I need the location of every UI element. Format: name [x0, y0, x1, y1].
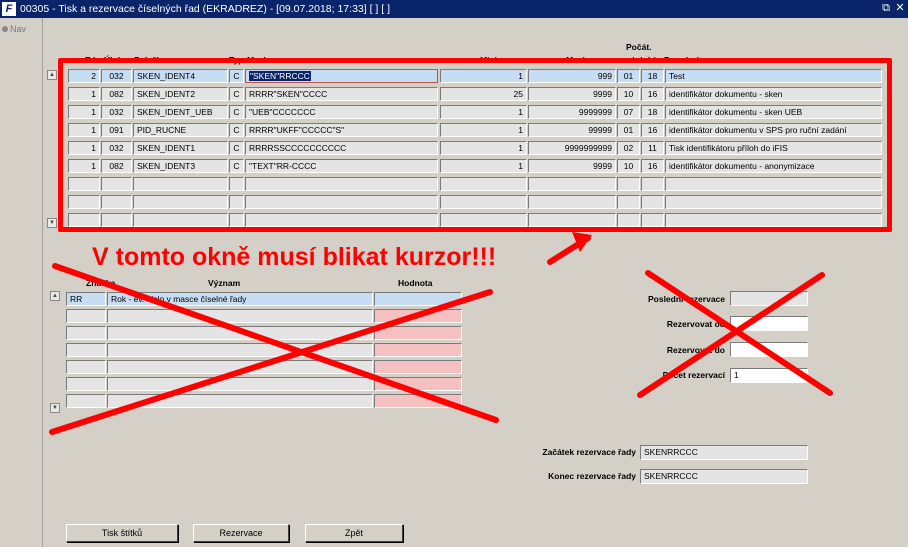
app-icon: F [2, 2, 16, 16]
cell-hodnota[interactable] [374, 292, 462, 306]
scroll-down-icon[interactable]: ▼ [47, 218, 57, 228]
header-znacka: Značka [86, 278, 116, 288]
cell-vyznam[interactable]: Rok - ev. číslo v masce číselné řady [107, 292, 373, 306]
cell-znacka[interactable] [66, 394, 106, 408]
cell-hodnota[interactable] [374, 309, 462, 323]
cell-vyznam[interactable] [107, 360, 373, 374]
konec-label: Konec rezervace řady [548, 471, 636, 481]
posledni-label: Poslední rezervace [647, 294, 725, 304]
scroll-up-icon[interactable]: ▲ [50, 291, 60, 301]
scroll-down-icon[interactable]: ▼ [50, 403, 60, 413]
close-icon[interactable]: ✕ [894, 1, 906, 15]
annotation-arrow-shaft [547, 235, 591, 265]
header-pocat: Počát. [626, 42, 652, 52]
cell-hodnota[interactable] [374, 343, 462, 357]
od-label: Rezervovat od [666, 319, 725, 329]
cell-hodnota[interactable] [374, 377, 462, 391]
cell-hodnota[interactable] [374, 394, 462, 408]
header-vyznam: Význam [208, 278, 241, 288]
annotation-arrow-head [572, 232, 592, 252]
nav-label: Nav [10, 24, 27, 34]
scroll-up-icon[interactable]: ▲ [47, 70, 57, 80]
cell-znacka[interactable] [66, 309, 106, 323]
cell-znacka[interactable] [66, 377, 106, 391]
konec-rezervace-field: SKENRRCCC [640, 469, 808, 484]
cell-hodnota[interactable] [374, 360, 462, 374]
nav-icon [2, 26, 8, 32]
header-hodnota: Hodnota [398, 278, 433, 288]
rezervovat-od-field[interactable] [730, 316, 808, 331]
nav-button[interactable]: Nav [2, 24, 26, 34]
zacatek-label: Začátek rezervace řady [542, 447, 636, 457]
tisk-stitku-button[interactable]: Tisk štítků [66, 524, 178, 542]
restore-icon[interactable]: ⧉ [880, 1, 892, 15]
window-title: 00305 - Tisk a rezervace číselných řad (… [20, 3, 391, 15]
pocet-rezervaci-field[interactable]: 1 [730, 368, 808, 383]
zacatek-rezervace-field: SKENRRCCC [640, 445, 808, 460]
annotation-text: V tomto okně musí blikat kurzor!!! [92, 243, 497, 271]
mid-table-scrollbar[interactable]: ▲ ▼ [50, 291, 60, 413]
cell-hodnota[interactable] [374, 326, 462, 340]
rezervovat-do-field[interactable] [730, 342, 808, 357]
cell-znacka[interactable] [66, 326, 106, 340]
cell-znacka[interactable]: RR [66, 292, 106, 306]
cell-vyznam[interactable] [107, 343, 373, 357]
cell-vyznam[interactable] [107, 326, 373, 340]
rezervace-button[interactable]: Rezervace [193, 524, 289, 542]
cell-vyznam[interactable] [107, 394, 373, 408]
cell-vyznam[interactable] [107, 377, 373, 391]
cell-znacka[interactable] [66, 343, 106, 357]
cell-vyznam[interactable] [107, 309, 373, 323]
annotation-highlight-rect [58, 58, 892, 232]
title-bar: F 00305 - Tisk a rezervace číselných řad… [0, 0, 908, 18]
pocet-label: Počet rezervací [662, 370, 725, 380]
posledni-rezervace-field [730, 291, 808, 306]
left-panel: Nav [0, 18, 43, 547]
cell-znacka[interactable] [66, 360, 106, 374]
do-label: Rezervovat do [666, 345, 725, 355]
zpet-button[interactable]: Zpět [305, 524, 403, 542]
top-table-scrollbar[interactable]: ▲ ▼ [47, 70, 57, 228]
